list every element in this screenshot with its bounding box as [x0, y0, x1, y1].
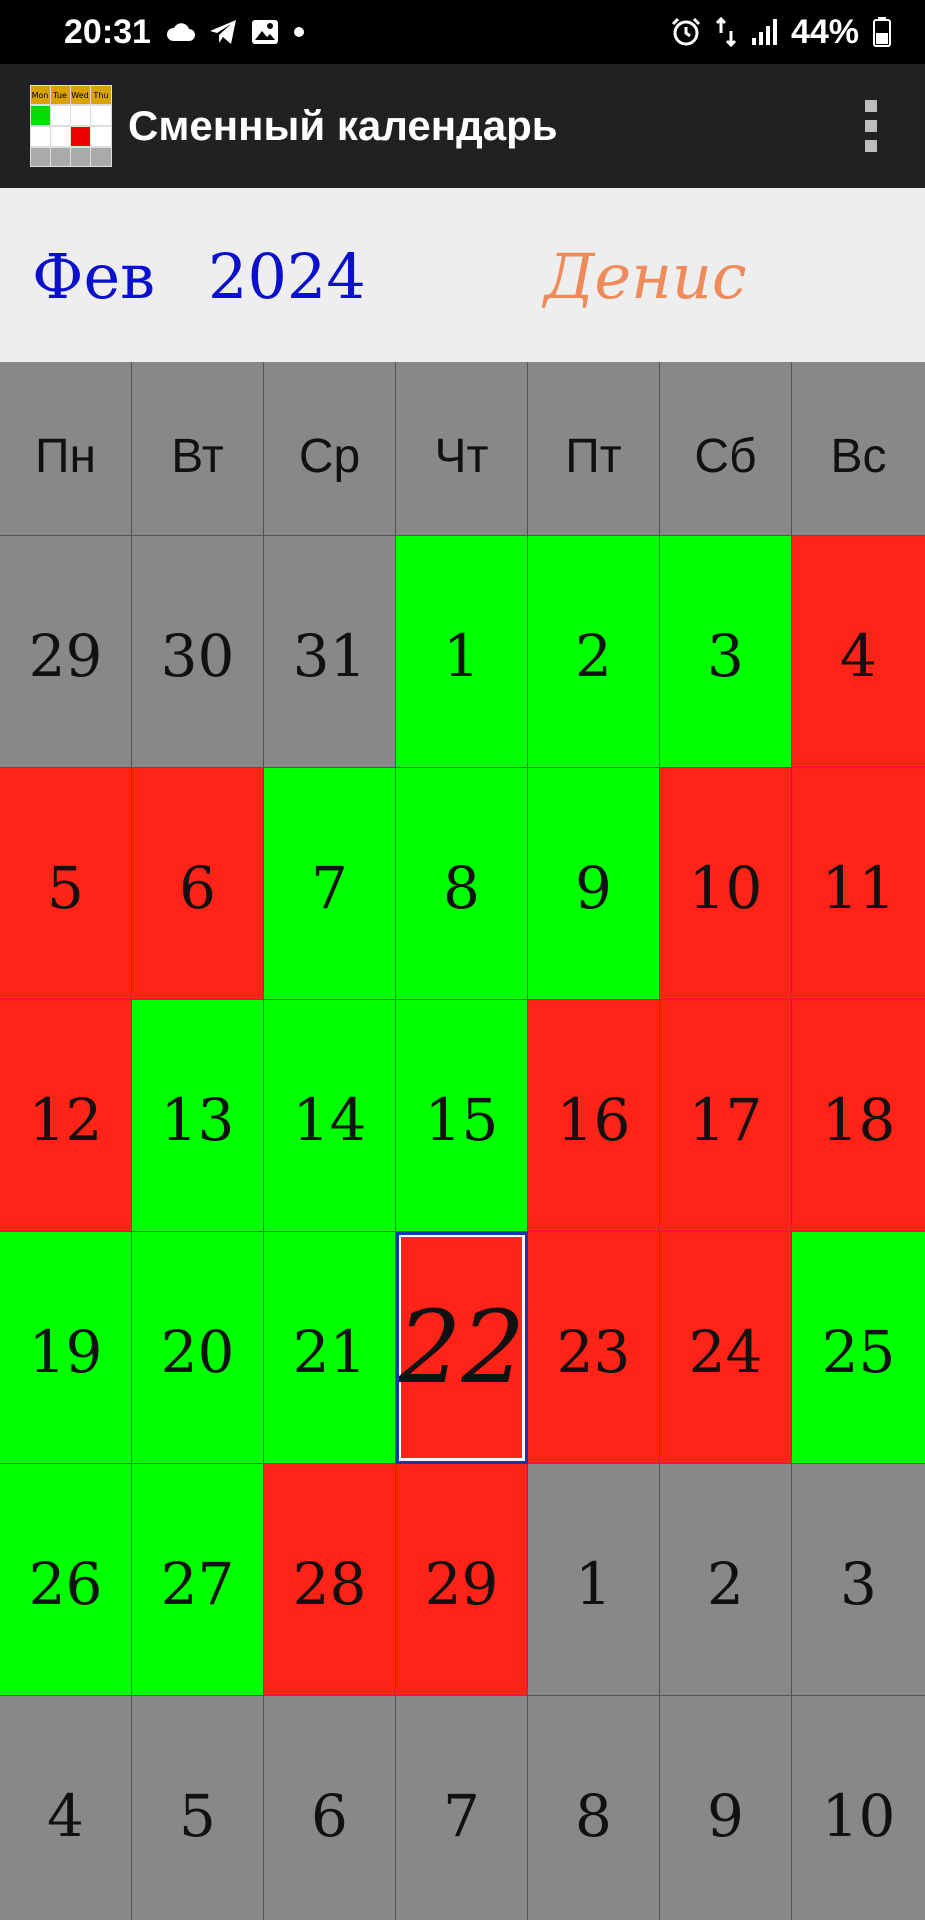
year-label[interactable]: 2024: [208, 240, 366, 313]
day-cell[interactable]: 6: [264, 1696, 396, 1920]
month-header: Фев 2024 Денис: [0, 188, 925, 362]
menu-dot: [865, 100, 877, 112]
day-cell[interactable]: 20: [132, 1232, 264, 1464]
day-cell[interactable]: 16: [528, 1000, 660, 1232]
logo-label-tue: Tue: [52, 91, 67, 100]
day-cell[interactable]: 9: [528, 768, 660, 1000]
gallery-icon: [251, 19, 279, 45]
day-cell[interactable]: 19: [0, 1232, 132, 1464]
status-left: 20:31: [64, 13, 305, 52]
day-cell[interactable]: 26: [0, 1464, 132, 1696]
status-time: 20:31: [64, 12, 151, 51]
day-cell[interactable]: 27: [132, 1464, 264, 1696]
weekday-header: Пт: [528, 362, 660, 536]
logo-label-mon: Mon: [32, 91, 49, 100]
day-cell[interactable]: 7: [396, 1696, 528, 1920]
weekday-header: Вс: [792, 362, 925, 536]
day-cell[interactable]: 28: [264, 1464, 396, 1696]
day-cell[interactable]: 8: [396, 768, 528, 1000]
status-bar: 20:31 44%: [0, 0, 925, 64]
day-cell[interactable]: 21: [264, 1232, 396, 1464]
day-cell[interactable]: 2: [660, 1464, 792, 1696]
day-cell[interactable]: 29: [396, 1464, 528, 1696]
day-cell[interactable]: 30: [132, 536, 264, 768]
day-cell[interactable]: 1: [528, 1464, 660, 1696]
day-cell[interactable]: 6: [132, 768, 264, 1000]
day-cell[interactable]: 3: [792, 1464, 925, 1696]
app-logo-icon: Mon Tue Wed Thu: [30, 85, 112, 167]
app-title: Сменный календарь: [128, 102, 558, 149]
day-cell[interactable]: 5: [0, 768, 132, 1000]
person-name[interactable]: Денис: [544, 240, 747, 313]
day-cell[interactable]: 8: [528, 1696, 660, 1920]
day-cell[interactable]: 9: [660, 1696, 792, 1920]
day-cell[interactable]: 1: [396, 536, 528, 768]
app-bar: Mon Tue Wed Thu Сменный календарь: [0, 64, 925, 188]
signal-icon: [751, 18, 777, 46]
day-cell[interactable]: 13: [132, 1000, 264, 1232]
weekday-header: Чт: [396, 362, 528, 536]
cloud-icon: [165, 21, 195, 43]
logo-label-wed: Wed: [71, 91, 88, 100]
day-cell[interactable]: 2: [528, 536, 660, 768]
weekday-header: Пн: [0, 362, 132, 536]
logo-label-thu: Thu: [92, 91, 108, 100]
day-cell[interactable]: 15: [396, 1000, 528, 1232]
battery-icon: [873, 17, 891, 47]
day-cell[interactable]: 11: [792, 768, 925, 1000]
calendar-grid: Пн Вт Ср Чт Пт Сб Вс 29 30 31 1 2 3 4 5 6 7 8 9 10 11 12 13 14 1…: [0, 362, 925, 1920]
day-cell[interactable]: 7: [264, 768, 396, 1000]
dot-icon: [293, 26, 305, 38]
day-cell[interactable]: 17: [660, 1000, 792, 1232]
weekday-header: Сб: [660, 362, 792, 536]
day-cell[interactable]: 25: [792, 1232, 925, 1464]
battery-percent: 44%: [790, 12, 859, 51]
day-cell[interactable]: 3: [660, 536, 792, 768]
status-right: 44%: [671, 13, 891, 52]
menu-dot: [865, 140, 877, 152]
alarm-icon: [671, 17, 701, 47]
day-cell[interactable]: 10: [660, 768, 792, 1000]
month-label[interactable]: Фев: [32, 240, 155, 313]
day-cell[interactable]: 23: [528, 1232, 660, 1464]
day-cell-today[interactable]: 22: [396, 1232, 528, 1464]
day-cell[interactable]: 10: [792, 1696, 925, 1920]
more-vert-icon[interactable]: [841, 76, 901, 176]
day-cell[interactable]: 12: [0, 1000, 132, 1232]
day-cell[interactable]: 24: [660, 1232, 792, 1464]
day-cell[interactable]: 31: [264, 536, 396, 768]
menu-dot: [865, 120, 877, 132]
weekday-header: Вт: [132, 362, 264, 536]
day-cell[interactable]: 4: [0, 1696, 132, 1920]
day-cell[interactable]: 14: [264, 1000, 396, 1232]
weekday-header: Ср: [264, 362, 396, 536]
day-cell[interactable]: 18: [792, 1000, 925, 1232]
telegram-icon: [209, 19, 237, 45]
day-cell[interactable]: 5: [132, 1696, 264, 1920]
day-cell[interactable]: 29: [0, 536, 132, 768]
data-arrows-icon: [715, 17, 737, 47]
day-cell[interactable]: 4: [792, 536, 925, 768]
